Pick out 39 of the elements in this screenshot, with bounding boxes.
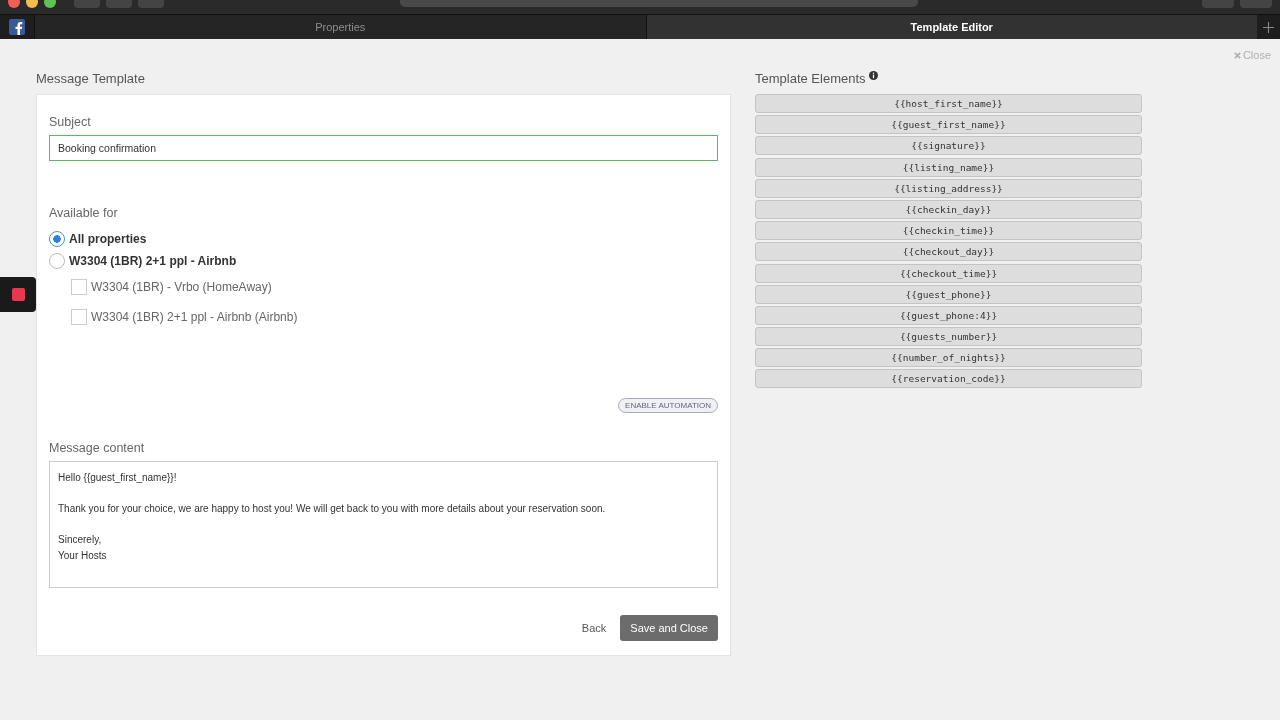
template-element-button[interactable]: {{checkin_day}} [755,199,1142,219]
info-icon[interactable] [868,71,878,80]
back-button[interactable]: Back [577,618,611,638]
stop-recording-icon[interactable] [11,288,25,301]
facebook-tab-icon[interactable] [9,19,25,35]
browser-tab[interactable]: Properties [34,15,646,39]
template-element-button[interactable]: {{guest_phone}} [755,284,1142,304]
template-element-button[interactable]: {{checkout_day}} [755,242,1142,262]
browser-tab[interactable]: Template Editor [645,15,1257,39]
template-element-button[interactable]: {{reservation_code}} [755,369,1142,389]
checkbox-label: W3304 (1BR) - Vrbo (HomeAway) [91,280,272,294]
template-element-button[interactable]: {{host_first_name}} [755,94,1142,113]
template-element-button[interactable]: {{checkout_time}} [755,263,1142,283]
checkbox-label: W3304 (1BR) 2+1 ppl - Airbnb (Airbnb) [91,310,298,324]
checkbox[interactable] [71,309,87,325]
template-element-button[interactable]: {{guest_first_name}} [755,115,1142,135]
subject-field[interactable]: Booking confirmation [49,135,718,161]
message-content-field[interactable]: Hello {{guest_first_name}}! Thank you for your choice, we are happy to host you! We will get back to you with more details about your reservation soon. Sincerely, Your Hosts [49,461,718,588]
template-element-button[interactable]: {{listing_address}} [755,178,1142,198]
radio-label: W3304 (1BR) 2+1 ppl - Airbnb [69,254,237,268]
section-title: Template Elements [755,71,866,86]
checkbox[interactable] [71,279,87,295]
field-label: Message content [49,441,146,455]
radio-button[interactable] [49,231,65,247]
enable-automation-button[interactable]: ENABLE AUTOMATION [618,398,718,413]
template-element-button[interactable]: {{guest_phone:4}} [755,305,1142,325]
recording-widget[interactable] [0,277,36,312]
template-element-button[interactable]: {{checkin_time}} [755,221,1142,241]
template-element-button[interactable]: {{listing_name}} [755,157,1142,177]
save-and-close-button[interactable]: Save and Close [620,615,718,641]
close-icon [1233,51,1241,59]
field-label: Subject [49,115,92,129]
new-tab-icon[interactable] [1263,21,1274,33]
template-element-button[interactable]: {{number_of_nights}} [755,348,1142,368]
section-title: Message Template [36,71,146,87]
template-element-button[interactable]: {{signature}} [755,136,1142,156]
template-element-button[interactable]: {{guests_number}} [755,327,1142,347]
radio-label: All properties [69,232,147,246]
field-label: Available for [49,206,119,220]
